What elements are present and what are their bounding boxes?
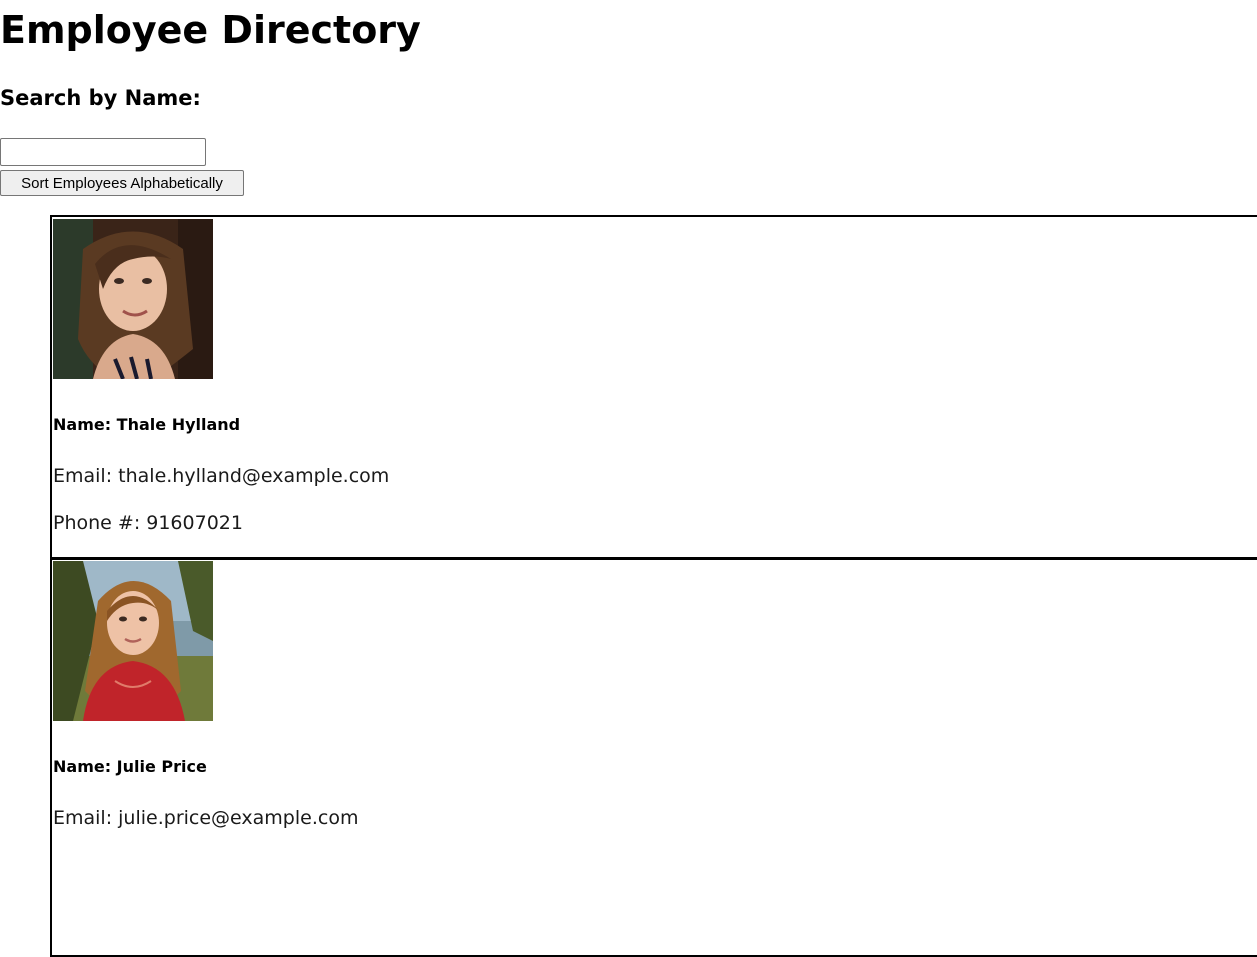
employee-email: Email: thale.hylland@example.com [53, 465, 390, 487]
employee-list: Name: Thale Hylland Email: thale.hylland… [50, 215, 1257, 957]
sort-employees-button[interactable]: Sort Employees Alphabetically [0, 170, 244, 196]
employee-photo [53, 219, 213, 379]
employee-name: Name: Thale Hylland [53, 415, 241, 434]
page-title: Employee Directory [0, 8, 421, 52]
employee-email: Email: julie.price@example.com [53, 807, 359, 829]
search-label: Search by Name: [0, 86, 201, 110]
search-input[interactable] [0, 138, 206, 166]
employee-photo [53, 561, 213, 721]
employee-name: Name: Julie Price [53, 757, 207, 776]
employee-card: Name: Julie Price Email: julie.price@exa… [50, 557, 1257, 957]
employee-card: Name: Thale Hylland Email: thale.hylland… [50, 215, 1257, 560]
employee-phone: Phone #: 91607021 [53, 512, 243, 534]
